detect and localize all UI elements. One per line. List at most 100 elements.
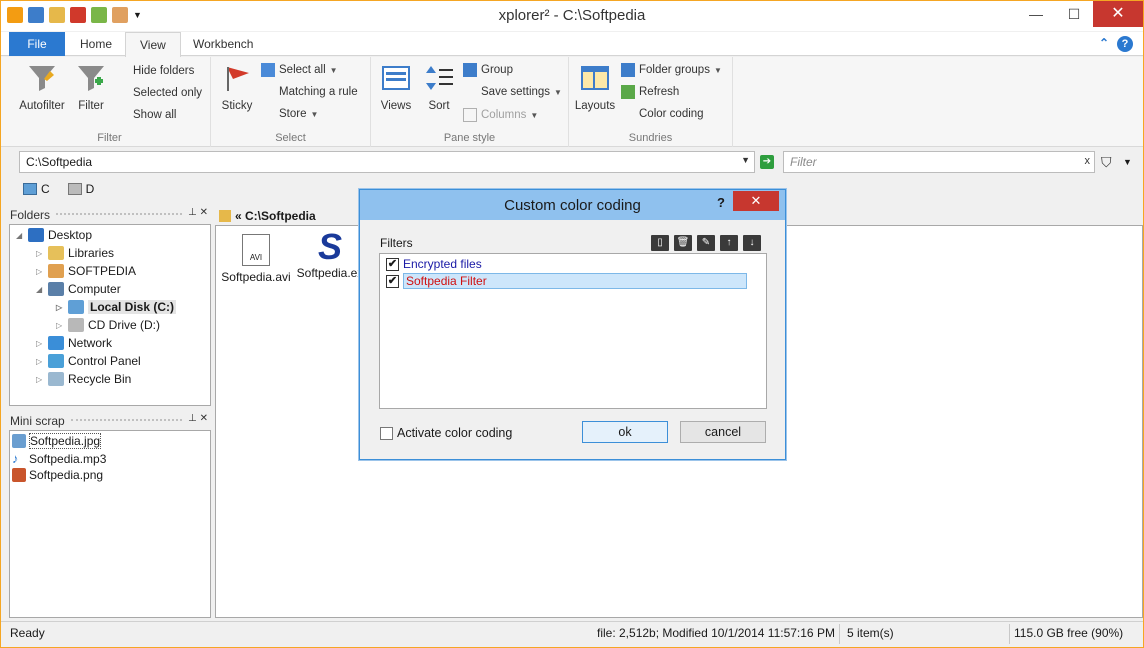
group-button[interactable]: Group: [463, 63, 513, 77]
funnel-icon[interactable]: ⛉: [1101, 154, 1112, 171]
pin-close-icon[interactable]: ⊥ ✕: [188, 413, 208, 424]
store-button[interactable]: Store ▼: [279, 108, 318, 120]
tree-item-softpedia[interactable]: ▷ SOFTPEDIA: [36, 264, 136, 278]
tab-workbench[interactable]: Workbench: [179, 32, 267, 56]
video-file-icon: AVI: [242, 234, 270, 266]
move-up-icon[interactable]: ↑: [720, 235, 738, 251]
list-item[interactable]: Softpedia.jpg: [12, 433, 102, 449]
new-filter-icon[interactable]: ▯: [651, 235, 669, 251]
filter-input[interactable]: Filter x: [783, 151, 1095, 173]
filter-label: Softpedia Filter: [403, 273, 747, 289]
matching-rule-button[interactable]: Matching a rule: [279, 86, 358, 98]
filter-button[interactable]: Filter: [71, 63, 111, 112]
autofilter-icon: [29, 66, 55, 91]
collapse-arrow-icon[interactable]: ▷: [36, 375, 44, 384]
filter-funnel-icon: [78, 66, 104, 91]
filter-row-encrypted[interactable]: ✔ Encrypted files: [386, 256, 482, 272]
collapse-arrow-icon[interactable]: ▷: [56, 303, 64, 312]
sort-label: Sort: [428, 100, 450, 112]
collapse-ribbon-icon[interactable]: ⌃: [1099, 36, 1109, 52]
tree-item-computer[interactable]: ◢ Computer: [36, 282, 121, 296]
edit-filter-icon[interactable]: ✎: [697, 235, 715, 251]
sort-button[interactable]: Sort: [421, 63, 457, 112]
filter-row-softpedia[interactable]: ✔ Softpedia Filter: [386, 273, 747, 289]
tree-item-desktop[interactable]: ◢ Desktop: [16, 228, 92, 242]
user-folder-icon: [48, 264, 64, 278]
layouts-icon: [581, 66, 609, 90]
select-group: Sticky Select all ▼ Matching a rule Stor…: [211, 57, 371, 147]
select-all-button[interactable]: Select all ▼: [261, 63, 338, 77]
folder-groups-label: Folder groups: [639, 64, 710, 76]
delete-filter-icon[interactable]: 🗑: [674, 235, 692, 251]
tab-home[interactable]: Home: [66, 32, 126, 56]
color-coding-button[interactable]: Color coding: [639, 108, 704, 120]
collapse-arrow-icon[interactable]: ▷: [36, 249, 44, 258]
autofilter-button[interactable]: Autofilter: [15, 63, 69, 112]
collapse-arrow-icon[interactable]: ▷: [36, 339, 44, 348]
expand-arrow-icon[interactable]: ◢: [36, 285, 44, 294]
tree-item-control-panel[interactable]: ▷ Control Panel: [36, 354, 141, 368]
filter-checkbox[interactable]: ✔: [386, 257, 399, 271]
select-group-label: Select: [275, 132, 306, 144]
pin-close-icon[interactable]: ⊥ ✕: [188, 207, 208, 218]
filter-checkbox[interactable]: ✔: [386, 274, 399, 288]
chevron-down-icon: ▼: [530, 110, 539, 120]
funnel-dropdown-icon[interactable]: ▼: [1123, 157, 1132, 167]
tree-item-local-disk[interactable]: ▷ Local Disk (C:): [56, 300, 177, 314]
help-icon[interactable]: ?: [1117, 36, 1133, 52]
folder-groups-button[interactable]: Folder groups ▼: [621, 63, 722, 77]
file-item[interactable]: AVI Softpedia.avi: [220, 234, 292, 284]
refresh-button[interactable]: Refresh: [621, 85, 679, 99]
clear-filter-icon[interactable]: x: [1085, 155, 1091, 167]
minimize-button[interactable]: —: [1017, 1, 1055, 27]
tree-item-recycle-bin[interactable]: ▷ Recycle Bin: [36, 372, 131, 386]
dialog-title-bar: Custom color coding ? ✕: [360, 190, 785, 220]
go-arrow-icon[interactable]: ➔: [760, 155, 774, 169]
dialog-help-icon[interactable]: ?: [717, 195, 725, 210]
collapse-arrow-icon[interactable]: ▷: [56, 321, 64, 330]
address-bar[interactable]: C:\Softpedia ▼: [19, 151, 755, 173]
tab-file[interactable]: File: [9, 32, 65, 56]
status-bar: Ready file: 2,512b; Modified 10/1/2014 1…: [1, 621, 1143, 647]
filter-group-label: Filter: [97, 132, 122, 144]
tree-item-libraries[interactable]: ▷ Libraries: [36, 246, 114, 260]
pane-grip[interactable]: [70, 419, 182, 423]
maximize-button[interactable]: ☐: [1055, 1, 1093, 27]
collapse-arrow-icon[interactable]: ▷: [36, 267, 44, 276]
drive-bar: C D: [23, 182, 94, 196]
sticky-button[interactable]: Sticky: [217, 63, 257, 112]
dialog-close-button[interactable]: ✕: [733, 191, 779, 211]
save-settings-button[interactable]: Save settings ▼: [481, 86, 562, 98]
status-file-info: file: 2,512b; Modified 10/1/2014 11:57:1…: [597, 626, 835, 640]
tab-view[interactable]: View: [125, 32, 181, 57]
chevron-down-icon: ▼: [310, 109, 319, 119]
pane-grip[interactable]: [56, 213, 182, 217]
cancel-button[interactable]: cancel: [680, 421, 766, 443]
close-button[interactable]: ✕: [1093, 1, 1143, 27]
activate-color-coding[interactable]: Activate color coding: [380, 426, 512, 440]
ok-button[interactable]: ok: [582, 421, 668, 443]
columns-button[interactable]: Columns ▼: [463, 108, 538, 122]
move-down-icon[interactable]: ↓: [743, 235, 761, 251]
list-item[interactable]: ♪ Softpedia.mp3: [12, 451, 106, 466]
main-breadcrumb[interactable]: « C:\Softpedia: [235, 209, 316, 223]
scrap-item-label: Softpedia.jpg: [29, 433, 102, 449]
selected-only-button[interactable]: Selected only: [133, 87, 202, 99]
tree-item-network[interactable]: ▷ Network: [36, 336, 112, 350]
image-file-icon: [12, 434, 26, 448]
drive-c[interactable]: C: [23, 182, 50, 196]
file-item[interactable]: S Softpedia.ex: [294, 229, 366, 281]
layouts-button[interactable]: Layouts: [573, 63, 617, 112]
drive-d[interactable]: D: [67, 182, 94, 196]
views-button[interactable]: Views: [377, 63, 415, 112]
folder-groups-icon: [621, 63, 635, 77]
refresh-label: Refresh: [639, 86, 680, 98]
hide-folders-button[interactable]: Hide folders: [133, 65, 194, 77]
expand-arrow-icon[interactable]: ◢: [16, 231, 24, 240]
address-dropdown-icon[interactable]: ▼: [741, 155, 750, 165]
activate-checkbox[interactable]: [380, 426, 393, 440]
show-all-button[interactable]: Show all: [133, 109, 176, 121]
tree-item-cd-drive[interactable]: ▷ CD Drive (D:): [56, 318, 160, 332]
list-item[interactable]: Softpedia.png: [12, 468, 103, 482]
collapse-arrow-icon[interactable]: ▷: [36, 357, 44, 366]
